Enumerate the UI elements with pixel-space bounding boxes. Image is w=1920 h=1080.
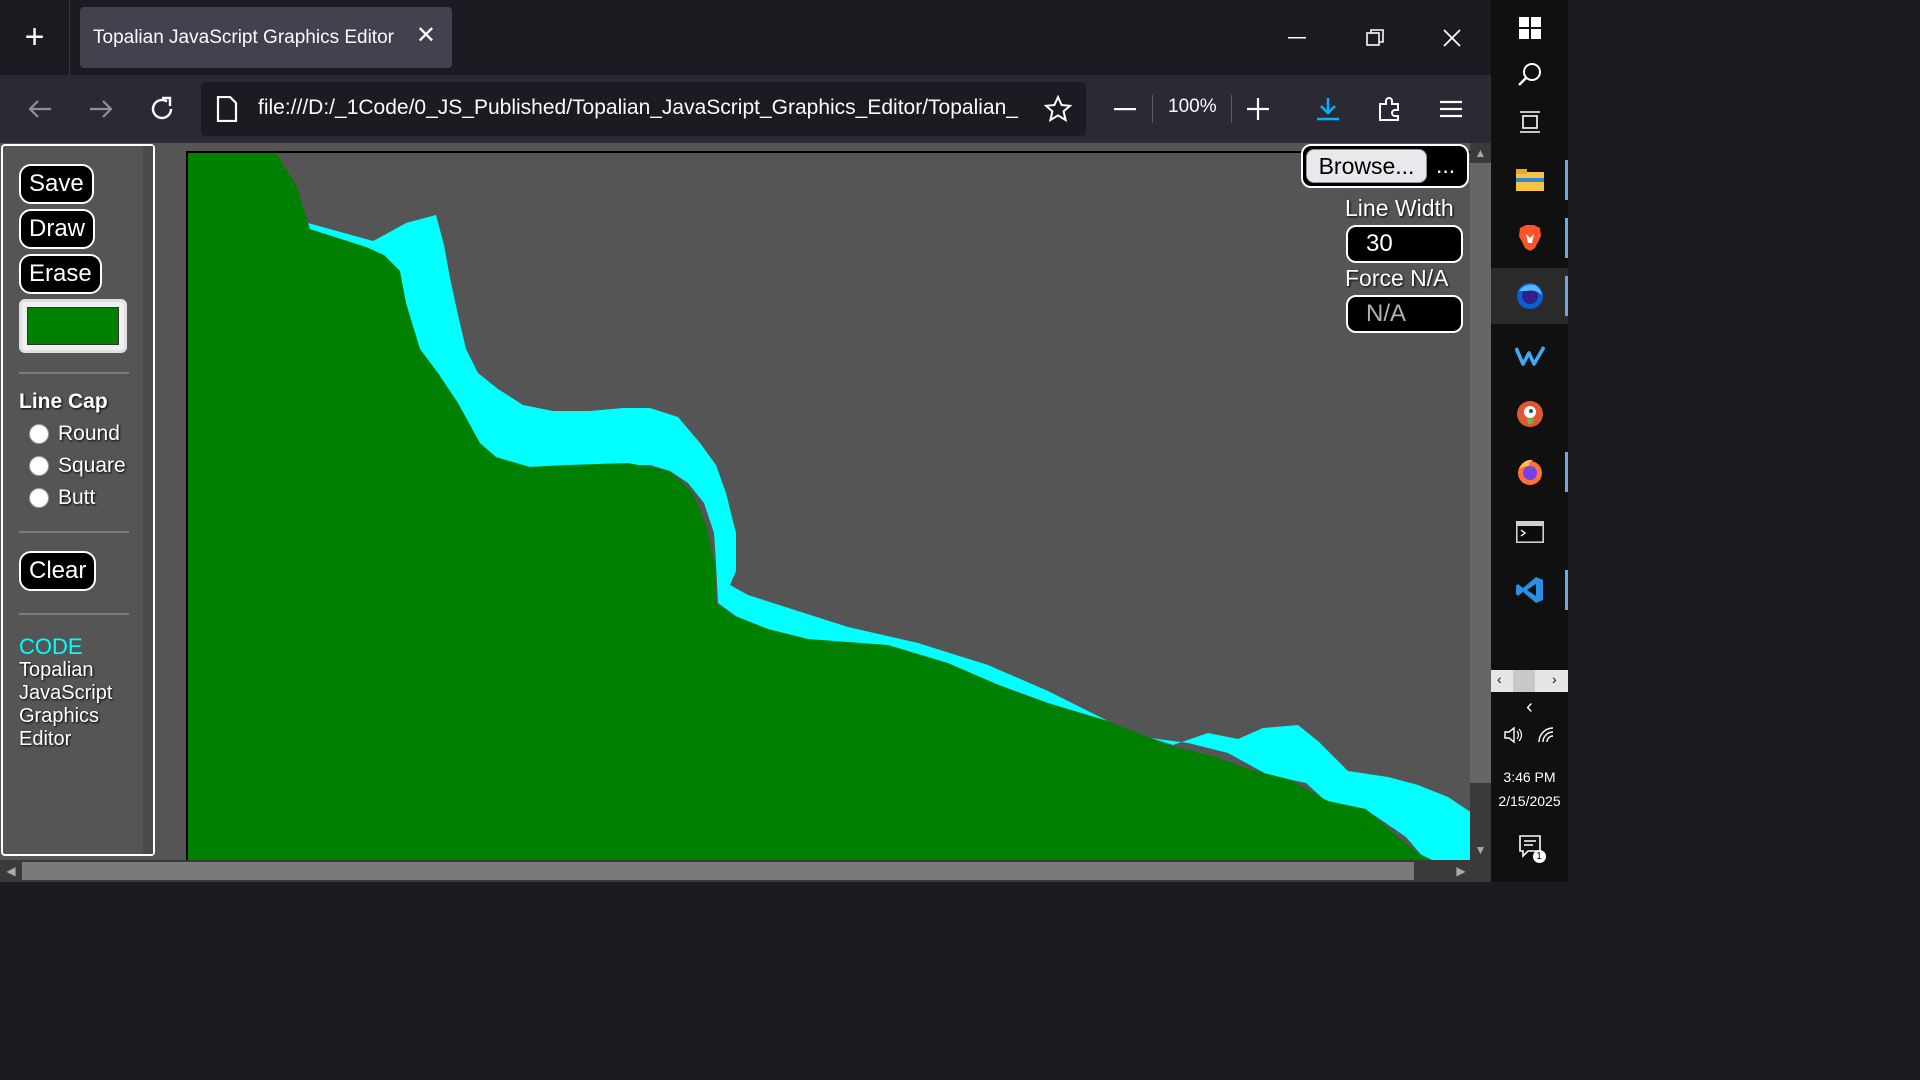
minimize-icon[interactable]	[1258, 0, 1336, 75]
erase-button[interactable]: Erase	[19, 254, 102, 294]
divider	[19, 531, 129, 533]
running-indicator	[1565, 452, 1568, 492]
clock-date[interactable]: 2/15/2025	[1491, 793, 1568, 809]
running-indicator	[1565, 276, 1568, 316]
panel-scrollbar[interactable]	[143, 146, 153, 854]
running-indicator	[1565, 218, 1568, 258]
firefox-developer-icon[interactable]	[1491, 268, 1568, 324]
url-text[interactable]: file:///D:/_1Code/0_JS_Published/Topalia…	[258, 96, 1028, 120]
zoom-out-icon[interactable]	[1105, 89, 1145, 129]
screen: + Topalian JavaScript Graphics Editor ✕	[0, 0, 1568, 882]
window-close-icon[interactable]	[1413, 0, 1491, 75]
zoom-level[interactable]: 100%	[1168, 96, 1217, 118]
line-width-input[interactable]: 30	[1346, 225, 1463, 263]
notification-badge: 1	[1532, 850, 1546, 863]
radio-round[interactable]: Round	[29, 422, 120, 446]
description-line: Graphics	[19, 705, 100, 727]
notification-center-icon[interactable]: 1	[1491, 834, 1568, 863]
tab-title: Topalian JavaScript Graphics Editor	[93, 26, 394, 48]
vertical-scrollbar[interactable]: ▲ ▼	[1470, 143, 1491, 860]
page-icon	[216, 95, 238, 127]
code-link[interactable]: CODE	[19, 634, 83, 660]
windsurf-icon[interactable]	[1491, 328, 1568, 384]
task-view-icon[interactable]	[1491, 94, 1568, 150]
file-explorer-icon[interactable]	[1491, 152, 1568, 208]
radio-circle[interactable]	[29, 424, 49, 444]
scrollbar-thumb[interactable]	[22, 862, 1414, 880]
app-description: Topalian JavaScript Graphics Editor	[19, 659, 139, 751]
tab-close-icon[interactable]: ✕	[416, 21, 436, 50]
color-picker[interactable]	[19, 299, 127, 353]
firefox-icon[interactable]	[1491, 444, 1568, 500]
color-swatch	[27, 307, 119, 345]
duckduckgo-icon[interactable]	[1491, 386, 1568, 442]
separator	[1152, 95, 1153, 123]
tab-strip: + Topalian JavaScript Graphics Editor ✕	[0, 0, 1491, 75]
browse-button[interactable]: Browse...	[1306, 149, 1427, 183]
scroll-left-icon[interactable]: ◀	[0, 860, 22, 882]
line-cap-heading: Line Cap	[19, 390, 108, 413]
back-arrow-icon[interactable]	[20, 89, 60, 129]
volume-icon[interactable]	[1503, 726, 1524, 747]
divider	[19, 372, 129, 374]
canvas-artwork[interactable]	[188, 153, 1470, 861]
clear-button[interactable]: Clear	[19, 551, 97, 591]
horizontal-scrollbar[interactable]: ◀ ▶	[0, 860, 1491, 882]
windows-taskbar: ‹ › ‹ 3:46 PM 2/15/2025 1	[1491, 0, 1568, 882]
description-line: Editor	[19, 728, 72, 750]
save-button[interactable]: Save	[19, 164, 94, 204]
radio-butt[interactable]: Butt	[29, 486, 95, 510]
line-width-label: Line Width	[1345, 195, 1454, 221]
description-line: Topalian	[19, 659, 94, 681]
network-icon[interactable]	[1537, 726, 1555, 747]
scrollbar-thumb[interactable]	[1470, 163, 1491, 783]
radio-circle[interactable]	[29, 456, 49, 476]
scroll-up-icon[interactable]: ▲	[1470, 143, 1491, 163]
clock-time[interactable]: 3:46 PM	[1491, 769, 1568, 785]
file-input[interactable]: Browse... ...	[1301, 144, 1469, 188]
scroll-down-icon[interactable]: ▼	[1470, 840, 1491, 860]
scroll-left-icon[interactable]: ‹	[1497, 671, 1502, 687]
radio-square[interactable]: Square	[29, 454, 126, 478]
description-line: JavaScript	[19, 682, 113, 704]
zoom-in-icon[interactable]	[1238, 89, 1278, 129]
running-indicator	[1565, 570, 1568, 610]
address-bar[interactable]: file:///D:/_1Code/0_JS_Published/Topalia…	[201, 82, 1086, 136]
tool-panel: Save Draw Erase Line Cap Round Square Bu…	[1, 144, 155, 856]
scroller-thumb[interactable]	[1513, 670, 1535, 692]
radio-circle[interactable]	[29, 488, 49, 508]
radio-label: Square	[58, 454, 126, 477]
drawing-canvas[interactable]	[186, 151, 1470, 861]
scroll-right-icon[interactable]: ▶	[1450, 860, 1472, 882]
brave-browser-icon[interactable]	[1491, 210, 1568, 266]
restore-icon[interactable]	[1336, 0, 1414, 75]
force-label: Force N/A	[1345, 265, 1449, 291]
reload-icon[interactable]	[142, 89, 182, 129]
terminal-icon[interactable]	[1491, 504, 1568, 560]
radio-label: Butt	[58, 486, 96, 509]
file-status: ...	[1436, 152, 1456, 178]
web-page: Save Draw Erase Line Cap Round Square Bu…	[0, 143, 1491, 882]
scroll-right-icon[interactable]: ›	[1552, 671, 1557, 687]
download-icon[interactable]	[1308, 89, 1348, 129]
separator	[1231, 95, 1232, 123]
menu-hamburger-icon[interactable]	[1431, 89, 1471, 129]
vscode-icon[interactable]	[1491, 562, 1568, 618]
radio-label: Round	[58, 422, 120, 445]
bookmark-star-icon[interactable]	[1043, 94, 1073, 128]
force-input[interactable]: N/A	[1346, 295, 1463, 333]
tray-icons	[1491, 726, 1568, 747]
navigation-toolbar: file:///D:/_1Code/0_JS_Published/Topalia…	[0, 75, 1491, 143]
taskbar-scroller[interactable]: ‹ ›	[1491, 670, 1568, 692]
extensions-icon[interactable]	[1370, 89, 1410, 129]
divider	[19, 613, 129, 615]
draw-button[interactable]: Draw	[19, 209, 96, 249]
forward-arrow-icon[interactable]	[81, 89, 121, 129]
active-tab[interactable]: Topalian JavaScript Graphics Editor ✕	[80, 7, 452, 68]
new-tab-button[interactable]: +	[0, 0, 70, 75]
running-indicator	[1565, 160, 1568, 200]
show-hidden-icons-chevron-icon[interactable]: ‹	[1491, 696, 1568, 719]
